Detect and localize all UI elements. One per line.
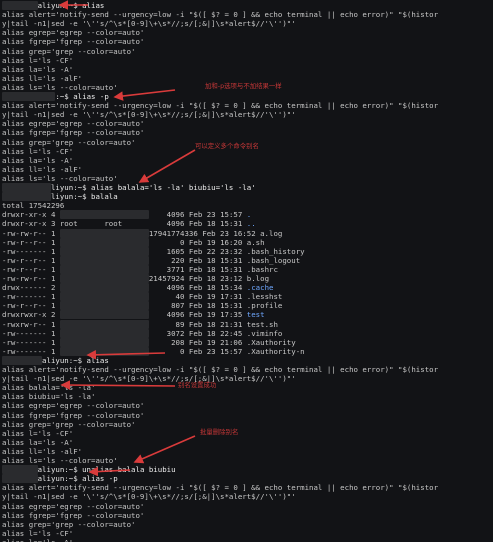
annotation-arrows (58, 0, 196, 477)
arrow-to-final-alias-p (88, 466, 131, 477)
arrow-to-alias-list (86, 349, 166, 360)
arrow-to-new-aliases (60, 380, 176, 390)
arrow-to-unalias (133, 435, 196, 464)
arrow-to-alias-p (113, 89, 176, 101)
terminal-window[interactable]: aliyun:~$ alias alias alert='notify-send … (0, 0, 493, 542)
arrow-to-alias-definition (138, 149, 196, 183)
